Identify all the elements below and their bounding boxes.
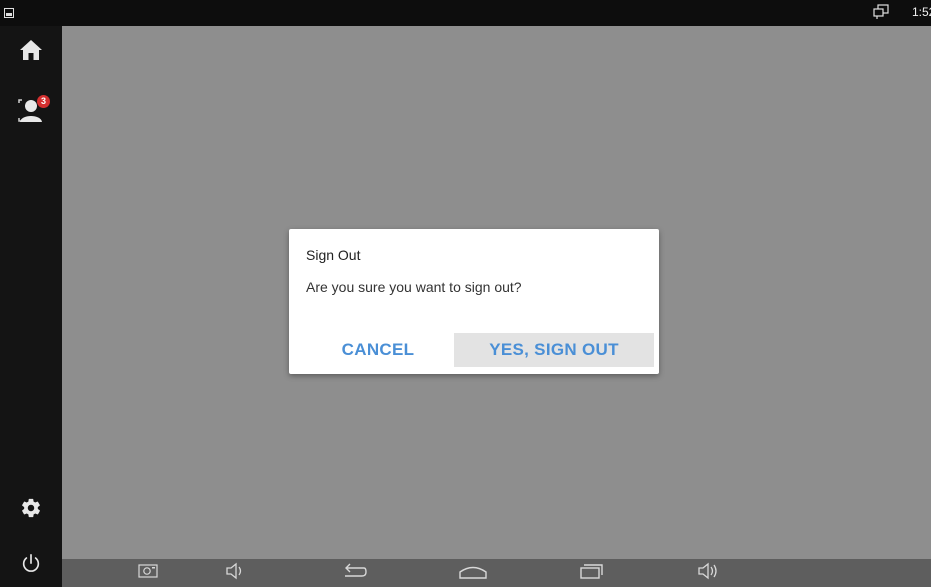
recents-button[interactable] [577, 561, 605, 585]
volume-down-icon [225, 562, 247, 585]
recents-icon [578, 562, 604, 585]
cast-screen-icon [873, 4, 889, 20]
dialog-message: Are you sure you want to sign out? [306, 279, 522, 295]
screenshot-button[interactable] [134, 561, 162, 585]
gear-icon [20, 497, 42, 524]
confirm-sign-out-button[interactable]: YES, SIGN OUT [454, 333, 654, 367]
back-button[interactable] [341, 561, 369, 585]
side-rail: 3 [0, 26, 62, 587]
volume-up-button[interactable] [695, 561, 723, 585]
settings-button[interactable] [0, 488, 62, 532]
home-outline-icon [458, 562, 488, 585]
system-nav-bar [62, 559, 931, 587]
power-icon [20, 553, 42, 580]
status-time: 1:52 [912, 5, 931, 19]
home-icon [19, 39, 43, 66]
notification-image-icon [4, 5, 14, 18]
cancel-button[interactable]: CANCEL [331, 333, 425, 367]
sign-out-dialog: Sign Out Are you sure you want to sign o… [289, 229, 659, 374]
volume-down-button[interactable] [222, 561, 250, 585]
status-bar: 1:52 [0, 0, 931, 26]
contacts-button[interactable]: 3 [0, 90, 62, 134]
home-nav-button[interactable] [459, 561, 487, 585]
dialog-title: Sign Out [306, 247, 361, 263]
app-screen: 1:52 3 [0, 0, 931, 587]
home-button[interactable] [0, 30, 62, 74]
screenshot-icon [138, 563, 158, 584]
notification-badge: 3 [37, 95, 50, 108]
power-button[interactable] [0, 544, 62, 587]
back-icon [342, 562, 368, 585]
volume-up-icon [697, 562, 721, 585]
dialog-actions: CANCEL YES, SIGN OUT [289, 333, 659, 367]
